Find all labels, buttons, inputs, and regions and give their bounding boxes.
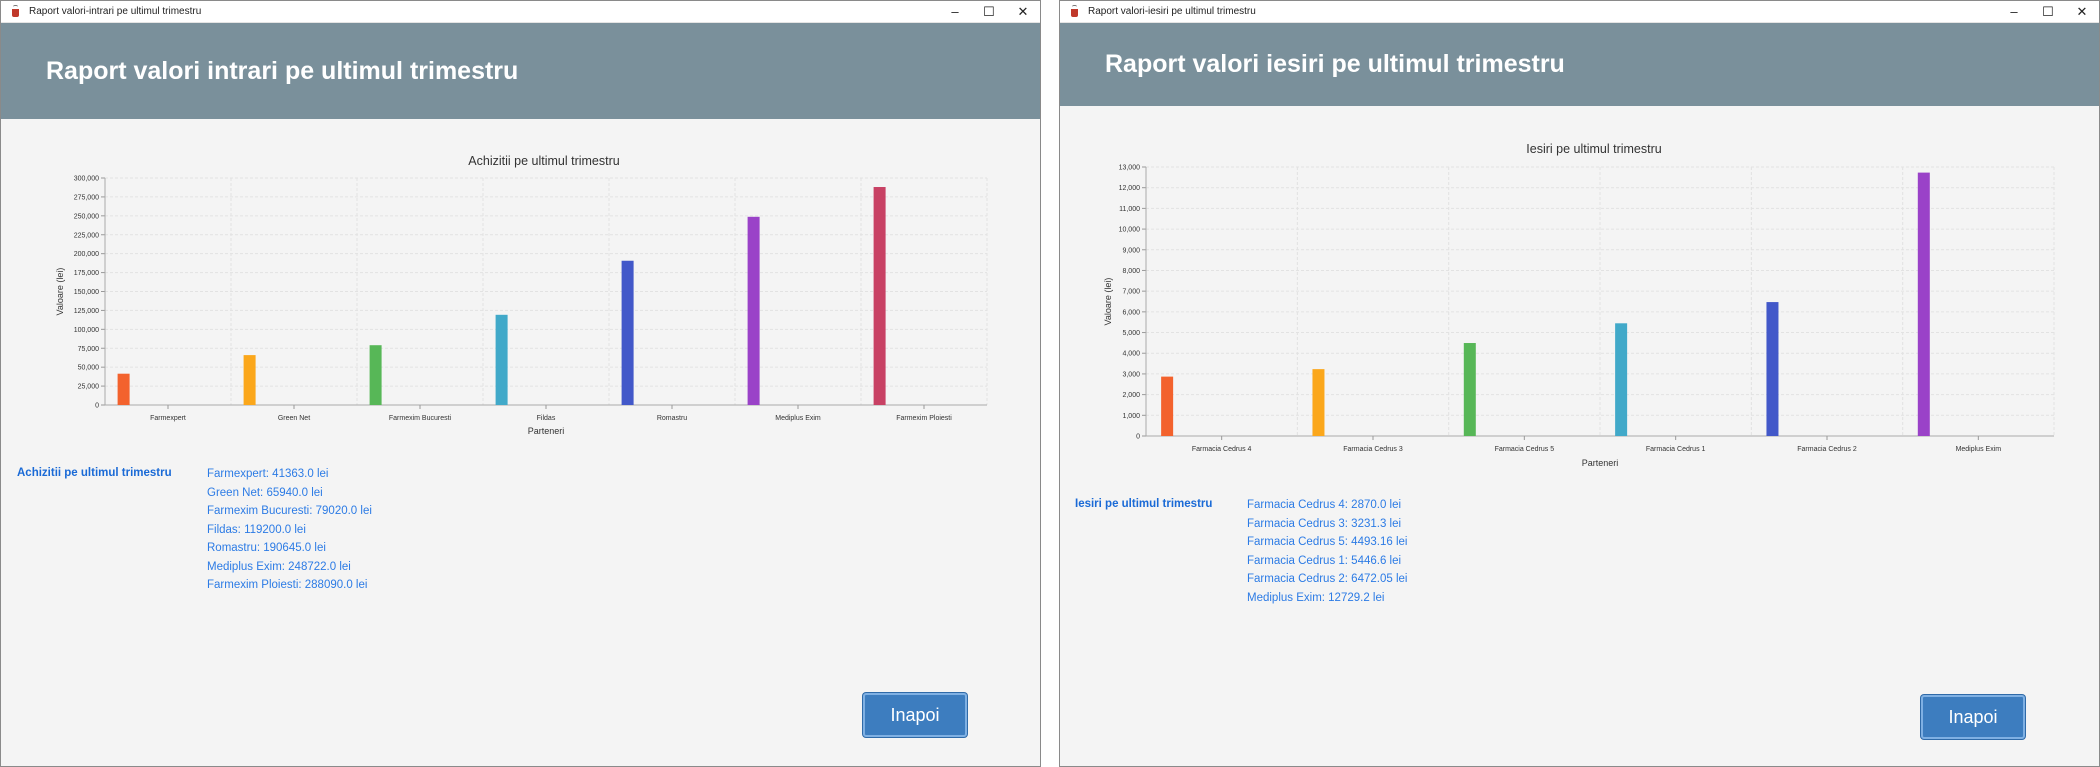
bar	[873, 187, 886, 405]
y-tick-label: 4,000	[1122, 351, 1140, 358]
y-tick-label: 10,000	[1119, 227, 1141, 234]
y-tick-label: 100,000	[74, 327, 99, 334]
bar	[1615, 323, 1628, 436]
list-item: Farmexim Bucuresti: 79020.0 lei	[207, 505, 372, 517]
y-tick-label: 25,000	[78, 384, 100, 391]
y-tick-label: 125,000	[74, 308, 99, 315]
y-tick-label: 6,000	[1122, 309, 1140, 316]
x-tick-label: Romastru	[657, 415, 687, 422]
x-tick-label: Farmacia Cedrus 5	[1495, 446, 1555, 453]
x-tick-label: Farmexpert	[150, 415, 186, 422]
y-tick-label: 11,000	[1119, 206, 1140, 213]
summary-list: Farmacia Cedrus 4: 2870.0 lei Farmacia C…	[1247, 496, 1407, 607]
list-item: Farmexpert: 41363.0 lei	[207, 468, 329, 480]
back-button[interactable]: Inapoi	[863, 693, 967, 737]
window-iesiri: Raport valori-iesiri pe ultimul trimestr…	[1059, 0, 2100, 767]
bar	[1917, 172, 1930, 437]
bar	[243, 355, 256, 405]
list-item: Farmacia Cedrus 4: 2870.0 lei	[1247, 499, 1402, 511]
x-tick-label: Farmacia Cedrus 4	[1192, 446, 1252, 453]
y-tick-label: 250,000	[74, 213, 99, 220]
y-tick-label: 0	[95, 403, 99, 410]
list-item: Romastru: 190645.0 lei	[207, 542, 326, 554]
y-tick-label: 7,000	[1122, 289, 1140, 296]
y-tick-label: 2,000	[1122, 392, 1140, 399]
list-item: Mediplus Exim: 248722.0 lei	[207, 560, 351, 573]
y-tick-label: 12,000	[1119, 185, 1141, 192]
bar	[1161, 376, 1174, 436]
bar	[495, 314, 508, 405]
list-item: Green Net: 65940.0 lei	[207, 486, 323, 499]
x-tick-label: Mediplus Exim	[1956, 446, 2002, 453]
bar	[747, 216, 760, 405]
y-axis-label: Valoare (lei)	[1103, 278, 1113, 326]
list-item: Farmexim Ploiesti: 288090.0 lei	[207, 579, 368, 591]
list-item: Farmacia Cedrus 5: 4493.16 lei	[1247, 536, 1408, 548]
x-axis-label: Parteneri	[528, 426, 565, 436]
y-tick-label: 0	[1136, 434, 1140, 441]
y-axis-label: Valoare (lei)	[55, 268, 65, 316]
summary-list: Farmexpert: 41363.0 lei Green Net: 65940…	[207, 465, 372, 595]
bar	[117, 373, 130, 405]
bar	[369, 345, 382, 405]
x-tick-label: Farmacia Cedrus 3	[1343, 446, 1403, 453]
list-item: Farmacia Cedrus 2: 6472.05 lei	[1247, 573, 1408, 585]
bar-chart: 0 25,000 50,000 75,000 100,000 125,000 150,000…	[55, 176, 988, 436]
list-item: Mediplus Exim: 12729.2 lei	[1247, 591, 1385, 604]
bar-chart: 0 1,000 2,000 3,000 4,000 5,000 6,000 7,000 8,00…	[1103, 165, 2055, 468]
x-tick-label: Farmacia Cedrus 2	[1797, 446, 1857, 453]
y-tick-label: 150,000	[74, 289, 99, 296]
y-tick-label: 13,000	[1119, 165, 1141, 172]
bar	[621, 260, 634, 405]
x-tick-label: Farmacia Cedrus 1	[1646, 446, 1706, 453]
x-tick-label: Mediplus Exim	[775, 415, 821, 422]
x-tick-label: Green Net	[278, 415, 310, 422]
x-tick-label: Farmexim Ploiesti	[896, 415, 952, 422]
y-tick-label: 300,000	[74, 176, 99, 183]
y-tick-label: 75,000	[78, 346, 100, 353]
x-tick-label: Fildas	[537, 415, 556, 422]
y-tick-label: 175,000	[74, 270, 99, 277]
y-tick-label: 1,000	[1122, 413, 1140, 420]
list-item: Fildas: 119200.0 lei	[207, 523, 306, 536]
y-tick-label: 5,000	[1122, 330, 1140, 337]
x-axis-label: Parteneri	[1582, 458, 1619, 468]
y-tick-label: 3,000	[1122, 371, 1140, 378]
x-tick-label: Farmexim Bucuresti	[389, 415, 452, 422]
y-tick-label: 9,000	[1122, 247, 1140, 254]
summary-title: Achizitii pe ultimul trimestru	[17, 467, 172, 479]
list-item: Farmacia Cedrus 3: 3231.3 lei	[1247, 517, 1402, 530]
bar	[1312, 369, 1325, 436]
y-tick-label: 8,000	[1122, 268, 1140, 275]
y-tick-label: 200,000	[74, 251, 99, 258]
y-tick-label: 225,000	[74, 232, 99, 239]
y-tick-label: 275,000	[74, 194, 99, 201]
back-button[interactable]: Inapoi	[1921, 695, 2025, 739]
list-item: Farmacia Cedrus 1: 5446.6 lei	[1247, 554, 1402, 567]
bar	[1766, 302, 1779, 436]
summary-title: Iesiri pe ultimul trimestru	[1075, 498, 1213, 510]
window-intrari: Raport valori-intrari pe ultimul trimest…	[0, 0, 1041, 767]
y-tick-label: 50,000	[78, 365, 100, 372]
bar	[1463, 343, 1476, 436]
